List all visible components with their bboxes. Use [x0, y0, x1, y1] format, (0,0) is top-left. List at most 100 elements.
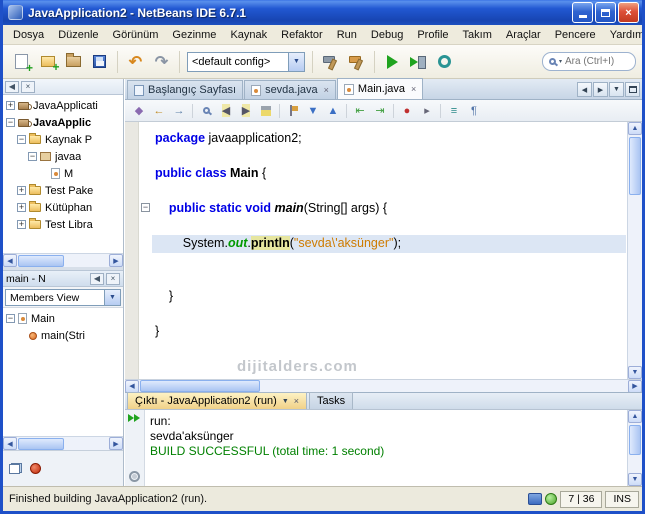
menu-item[interactable]: Takım: [456, 26, 499, 44]
tree-item[interactable]: + JavaApplicati: [3, 97, 123, 114]
editor-vertical-scrollbar[interactable]: ▲ ▼: [627, 122, 642, 379]
editor-tab[interactable]: sevda.java ×: [244, 80, 336, 99]
expand-icon[interactable]: +: [17, 186, 26, 195]
expand-icon[interactable]: +: [17, 220, 26, 229]
title-bar[interactable]: JavaApplication2 - NetBeans IDE 6.7.1 ×: [3, 0, 642, 25]
tree-item[interactable]: M: [3, 165, 123, 182]
last-edit-location-icon[interactable]: ◆: [130, 102, 148, 120]
collapse-icon[interactable]: −: [6, 314, 15, 323]
scroll-up-icon[interactable]: ▲: [628, 410, 642, 423]
clean-build-button[interactable]: [344, 49, 369, 74]
fold-collapse-icon[interactable]: −: [141, 203, 150, 212]
expand-icon[interactable]: +: [17, 203, 26, 212]
close-icon[interactable]: ×: [618, 2, 639, 23]
collapse-panel-icon[interactable]: ◀: [90, 272, 104, 285]
close-icon[interactable]: ×: [294, 396, 299, 406]
scroll-tabs-left-icon[interactable]: ◀: [577, 82, 592, 97]
scroll-right-icon[interactable]: ▶: [628, 379, 642, 393]
scrollbar-thumb[interactable]: [18, 254, 64, 267]
notifications-icon[interactable]: [528, 493, 543, 505]
close-icon[interactable]: ×: [324, 85, 329, 95]
menu-item[interactable]: Debug: [364, 26, 410, 44]
code-editor[interactable]: package javaapplication2; public class Ma…: [125, 122, 642, 379]
scroll-left-icon[interactable]: ◀: [125, 379, 139, 393]
members-view-dropdown[interactable]: Members View ▼: [5, 289, 121, 306]
expand-icon[interactable]: +: [6, 101, 15, 110]
menu-item[interactable]: Pencere: [548, 26, 603, 44]
navigator-horizontal-scrollbar[interactable]: ◀ ▶: [3, 436, 123, 450]
output-tab[interactable]: Tasks: [309, 392, 354, 409]
tab-list-icon[interactable]: ▼: [609, 82, 624, 97]
menu-item[interactable]: Profile: [410, 26, 455, 44]
search-input[interactable]: [565, 56, 629, 67]
tree-item[interactable]: − javaa: [3, 148, 123, 165]
next-bookmark-icon[interactable]: ▼: [304, 102, 322, 120]
new-project-button[interactable]: [35, 49, 60, 74]
collapse-panel-icon[interactable]: ◀: [5, 80, 19, 93]
find-icon[interactable]: [197, 102, 215, 120]
collapse-icon[interactable]: −: [17, 135, 26, 144]
projects-horizontal-scrollbar[interactable]: ◀ ▶: [3, 253, 123, 267]
build-button[interactable]: [318, 49, 343, 74]
new-file-button[interactable]: [9, 49, 34, 75]
comment-icon[interactable]: ≡: [445, 102, 463, 120]
minimize-icon[interactable]: [572, 2, 593, 23]
toggle-bookmark-icon[interactable]: [284, 102, 302, 120]
menu-item[interactable]: Gezinme: [165, 26, 223, 44]
editor-horizontal-scrollbar[interactable]: ◀ ▶: [125, 379, 642, 393]
close-icon[interactable]: ×: [411, 84, 416, 94]
close-panel-icon[interactable]: ×: [21, 80, 35, 93]
redo-button[interactable]: [149, 49, 174, 74]
tree-item[interactable]: − JavaApplic: [3, 114, 123, 131]
scroll-right-icon[interactable]: ▶: [109, 437, 123, 450]
menu-item[interactable]: Run: [330, 26, 364, 44]
menu-item[interactable]: Görünüm: [106, 26, 166, 44]
output-console[interactable]: run: sevda'aksünger BUILD SUCCESSFUL (tota…: [145, 412, 626, 461]
navigator-panel-header[interactable]: main - N ◀ ×: [3, 270, 123, 287]
scroll-left-icon[interactable]: ◀: [3, 437, 17, 450]
menu-item[interactable]: Yardım: [603, 26, 642, 44]
chevron-down-icon[interactable]: ▼: [104, 290, 120, 305]
scroll-left-icon[interactable]: ◀: [3, 254, 17, 267]
tree-item[interactable]: + Kütüphan: [3, 199, 123, 216]
shift-right-icon[interactable]: ⇥: [371, 102, 389, 120]
collapse-icon[interactable]: −: [6, 118, 15, 127]
open-project-button[interactable]: [61, 49, 86, 74]
quick-search[interactable]: ▾: [542, 52, 636, 71]
toggle-highlight-icon[interactable]: [257, 102, 275, 120]
scrollbar-thumb[interactable]: [140, 380, 260, 392]
record-macro-icon[interactable]: ●: [398, 102, 416, 120]
save-all-button[interactable]: [87, 49, 112, 74]
menu-item[interactable]: Kaynak: [223, 26, 274, 44]
tree-item[interactable]: main(Stri: [3, 327, 123, 344]
undo-button[interactable]: [123, 49, 148, 74]
close-panel-icon[interactable]: ×: [106, 272, 120, 285]
scroll-down-icon[interactable]: ▼: [628, 366, 642, 379]
tree-item[interactable]: − Main: [3, 310, 123, 327]
scroll-up-icon[interactable]: ▲: [628, 122, 642, 135]
previous-bookmark-icon[interactable]: ▲: [324, 102, 342, 120]
rerun-icon[interactable]: [128, 414, 141, 423]
output-tab[interactable]: Çıktı - JavaApplication2 (run) ▼ ×: [127, 392, 308, 409]
scrollbar-thumb[interactable]: [629, 137, 641, 195]
scrollbar-thumb[interactable]: [629, 425, 641, 455]
menu-item[interactable]: Dosya: [6, 26, 51, 44]
breakpoint-icon[interactable]: [30, 463, 41, 474]
config-dropdown[interactable]: <default config> ▼: [187, 51, 305, 72]
run-macro-icon[interactable]: ▸: [418, 102, 436, 120]
collapse-icon[interactable]: −: [28, 152, 37, 161]
tree-item[interactable]: − Kaynak P: [3, 131, 123, 148]
editor-tab[interactable]: Başlangıç Sayfası: [127, 80, 244, 99]
forward-icon[interactable]: →: [170, 102, 188, 120]
run-button[interactable]: [380, 49, 405, 74]
chevron-down-icon[interactable]: ▼: [282, 398, 289, 405]
output-vertical-scrollbar[interactable]: ▲ ▼: [627, 410, 642, 486]
debug-button[interactable]: [406, 49, 431, 74]
scroll-right-icon[interactable]: ▶: [109, 254, 123, 267]
find-next-occurrence-icon[interactable]: ▶: [237, 102, 255, 120]
profile-button[interactable]: [432, 49, 457, 74]
menu-item[interactable]: Düzenle: [51, 26, 105, 44]
maximize-editor-icon[interactable]: [625, 82, 640, 97]
find-previous-occurrence-icon[interactable]: ◀: [217, 102, 235, 120]
menu-item[interactable]: Refaktor: [274, 26, 330, 44]
